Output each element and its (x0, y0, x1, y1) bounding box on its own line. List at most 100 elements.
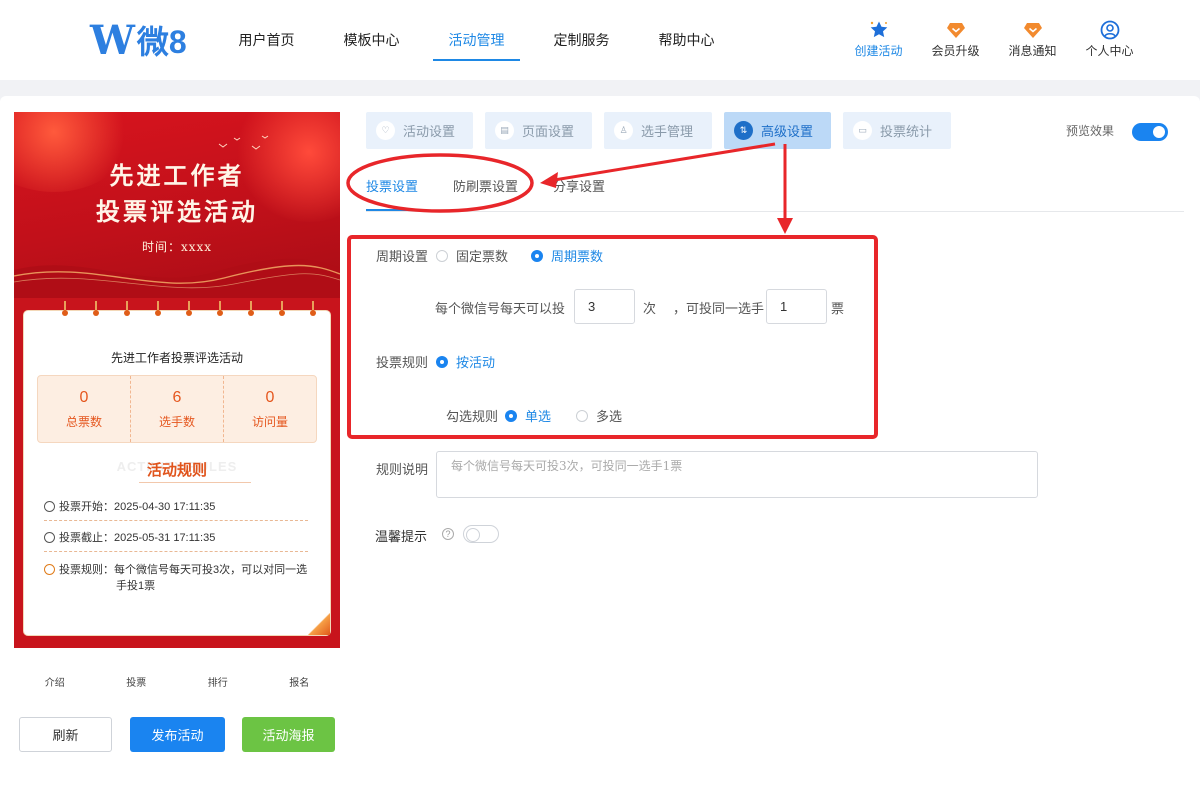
rule-divider (44, 520, 308, 521)
personal-center-button[interactable]: 个人中心 (1071, 20, 1148, 59)
tab-advanced-settings[interactable]: ⇅ 高级设置 (724, 112, 831, 149)
stat-label: 访问量 (251, 414, 288, 429)
mobile-preview: 先进工作者 投票评选活动 时间：xxxx 先进工作者投票评选活动 0 总票数 6… (14, 112, 340, 648)
tab-share-settings[interactable]: 分享设置 (553, 176, 605, 211)
tab-activity-settings[interactable]: ♡ 活动设置 (366, 112, 473, 149)
publish-activity-button[interactable]: 发布活动 (130, 717, 225, 752)
per-day-unit: 次 (643, 301, 657, 316)
tab-page-settings[interactable]: ▤ 页面设置 (485, 112, 592, 149)
rule-end-time: 投票截止：2025-05-31 17:11:35 (44, 530, 312, 546)
rule-description-label: 规则说明 (376, 462, 429, 477)
radio-single-choice[interactable]: 单选 (505, 406, 551, 425)
stat-label: 选手数 (158, 414, 195, 429)
user-icon: ♙ (614, 121, 633, 140)
radio-label: 按活动 (456, 355, 496, 370)
radio-dot (576, 409, 588, 422)
nav-item-home[interactable]: 用户首页 (214, 0, 319, 80)
radio-dot (531, 249, 543, 262)
same-player-unit: 票 (831, 301, 845, 316)
stat-value: 6 (172, 388, 182, 406)
stat-label: 总票数 (65, 414, 102, 429)
pin-icon (217, 301, 223, 319)
card-pins-decoration (24, 301, 330, 321)
radio-by-activity[interactable]: 按活动 (436, 352, 495, 371)
help-icon[interactable]: ? (442, 528, 454, 540)
tab-label: 选手管理 (641, 124, 694, 139)
tab-label: 活动设置 (403, 124, 456, 139)
create-activity-button[interactable]: 创建活动 (840, 20, 917, 59)
advanced-sub-tabs: 投票设置 防刷票设置 分享设置 (366, 176, 640, 211)
pin-icon (155, 301, 161, 319)
refresh-button[interactable]: 刷新 (19, 717, 112, 752)
mobile-tab-intro[interactable]: 介绍 (14, 674, 96, 689)
tip-label: 温馨提示 (375, 529, 428, 544)
preview-toggle[interactable] (1132, 123, 1168, 141)
pin-icon (62, 301, 68, 319)
pin-icon (248, 301, 254, 319)
tab-label: 投票统计 (880, 124, 933, 139)
votes-per-day-input[interactable] (574, 289, 635, 324)
rule-label: 投票截止： (59, 532, 114, 544)
member-upgrade-button[interactable]: 会员升级 (917, 20, 994, 59)
nav-item-activity-management[interactable]: 活动管理 (424, 0, 529, 80)
radio-dot (505, 409, 517, 422)
tab-vote-statistics[interactable]: ▭ 投票统计 (843, 112, 951, 149)
mobile-tab-vote[interactable]: 投票 (96, 674, 178, 689)
rule-start-time: 投票开始：2025-04-30 17:11:35 (44, 499, 312, 515)
mobile-tab-ranking[interactable]: 排行 (177, 674, 259, 689)
mobile-tab-bar: 介绍 投票 排行 报名 (14, 674, 340, 689)
clock-icon (44, 501, 55, 512)
nav-item-custom-service[interactable]: 定制服务 (529, 0, 634, 80)
stat-visits: 0 访问量 (223, 376, 316, 442)
tab-vote-settings[interactable]: 投票设置 (366, 176, 419, 211)
brand-logo[interactable]: W 微8 (90, 17, 187, 64)
tab-anti-fraud-settings[interactable]: 防刷票设置 (453, 176, 518, 211)
settings-step-tabs: ♡ 活动设置 ▤ 页面设置 ♙ 选手管理 ⇅ 高级设置 ▭ 投票统计 (366, 112, 963, 149)
chart-icon: ▭ (853, 121, 872, 140)
clock-icon (44, 532, 55, 543)
member-upgrade-label: 会员升级 (931, 44, 980, 58)
banner-title-line-2: 投票评选活动 (96, 197, 258, 226)
radio-label: 固定票数 (456, 249, 509, 264)
pin-icon (93, 301, 99, 319)
tab-label: 页面设置 (522, 124, 575, 139)
radio-label: 周期票数 (551, 249, 604, 264)
star-icon (869, 20, 889, 40)
rules-heading-title: 活动规则 (146, 462, 207, 479)
activity-stats: 0 总票数 6 选手数 0 访问量 (37, 375, 317, 443)
pin-icon (310, 301, 316, 319)
diamond-icon (946, 20, 966, 40)
rule-vote-rule: 投票规则：每个微信号每天可投3次，可以对同一选手投1票 (44, 562, 312, 594)
main-nav: 用户首页 模板中心 活动管理 定制服务 帮助中心 (214, 0, 739, 80)
mobile-tab-signup[interactable]: 报名 (259, 674, 341, 689)
tip-toggle[interactable] (463, 525, 499, 543)
rules-heading-underline (139, 482, 251, 483)
notifications-button[interactable]: 消息通知 (994, 20, 1071, 59)
sliders-icon: ⇅ (734, 121, 753, 140)
page-icon: ▤ (495, 121, 514, 140)
pin-icon (186, 301, 192, 319)
rule-value: 2025-05-31 17:11:35 (114, 532, 216, 544)
diamond-icon (1023, 20, 1043, 40)
user-circle-icon (1100, 20, 1120, 40)
radio-dot (436, 249, 448, 262)
arrow-head (777, 218, 793, 234)
nav-item-help-center[interactable]: 帮助中心 (634, 0, 739, 80)
select-rule-label: 勾选规则 (446, 409, 499, 424)
pin-icon (279, 301, 285, 319)
rule-label: 投票规则： (59, 564, 114, 576)
pin-icon (124, 301, 130, 319)
activity-banner: 先进工作者 投票评选活动 时间：xxxx (14, 112, 340, 298)
activity-title: 先进工作者投票评选活动 (110, 351, 243, 365)
stat-value: 0 (265, 388, 275, 406)
nav-item-templates[interactable]: 模板中心 (319, 0, 424, 80)
radio-fixed-votes[interactable]: 固定票数 (436, 246, 508, 265)
activity-poster-button[interactable]: 活动海报 (242, 717, 335, 752)
radio-cycle-votes[interactable]: 周期票数 (531, 246, 603, 265)
tab-label: 高级设置 (761, 124, 814, 139)
cycle-setting-label: 周期设置 (376, 249, 429, 264)
radio-multi-choice[interactable]: 多选 (576, 406, 622, 425)
tab-player-management[interactable]: ♙ 选手管理 (604, 112, 712, 149)
rule-description-textarea[interactable] (436, 451, 1038, 498)
votes-same-player-input[interactable] (766, 289, 827, 324)
